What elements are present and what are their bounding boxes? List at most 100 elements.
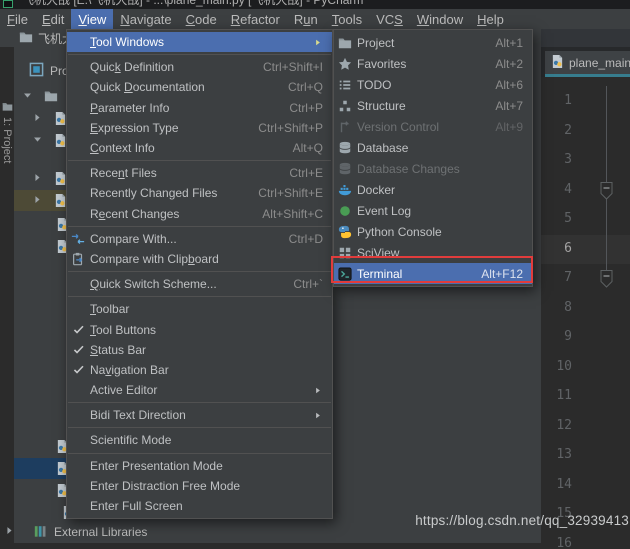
- icon-slot: [71, 277, 85, 291]
- folder-icon: [338, 36, 352, 50]
- menubar-item-file[interactable]: File: [0, 9, 35, 29]
- menu-separator: [68, 54, 331, 56]
- tree-row[interactable]: [14, 236, 68, 257]
- menu-item-label: Compare With...: [90, 231, 177, 246]
- menu-shortcut: Ctrl+Q: [287, 80, 323, 95]
- fold-marker-icon[interactable]: [600, 269, 613, 294]
- menubar-item-navigate[interactable]: Navigate: [113, 9, 178, 29]
- line-number-11: 11: [556, 388, 572, 403]
- menu-item-compare-with-clipboard[interactable]: Compare with Clipboard: [67, 249, 332, 269]
- chevron-down-icon[interactable]: [32, 134, 43, 148]
- menu-item-structure[interactable]: Structure Alt+7: [334, 95, 532, 116]
- menu-shortcut: Ctrl+Shift+I: [262, 60, 323, 75]
- menu-item-quick-documentation[interactable]: Quick Documentation Ctrl+Q: [67, 77, 332, 97]
- menu-item-expression-type[interactable]: Expression Type Ctrl+Shift+P: [67, 118, 332, 138]
- tree-row[interactable]: [14, 108, 66, 129]
- menubar-item-code[interactable]: Code: [179, 9, 224, 29]
- tree-row[interactable]: [14, 190, 66, 211]
- submenu-arrow-icon: [312, 385, 323, 396]
- tree-row[interactable]: [14, 458, 68, 479]
- python-file-icon: [551, 54, 564, 72]
- tree-item-label: External Libraries: [54, 525, 148, 539]
- menu-item-active-editor[interactable]: Active Editor: [67, 380, 332, 400]
- icon-slot: [71, 433, 85, 447]
- tab-plane-main[interactable]: plane_main.py: [545, 51, 630, 77]
- menu-shortcut: Ctrl+D: [288, 231, 323, 246]
- chevron-right-icon[interactable]: [32, 194, 43, 208]
- menu-item-label: Recent Changes: [90, 206, 180, 221]
- menu-item-quick-switch-scheme[interactable]: Quick Switch Scheme... Ctrl+`: [67, 274, 332, 294]
- menu-item-recent-changes[interactable]: Recent Changes Alt+Shift+C: [67, 204, 332, 224]
- menu-item-version-control[interactable]: Version Control Alt+9: [334, 116, 532, 137]
- menu-item-docker[interactable]: Docker: [334, 179, 532, 200]
- menu-item-enter-full-screen[interactable]: Enter Full Screen: [67, 496, 332, 516]
- tree-row[interactable]: [14, 168, 66, 189]
- menu-shortcut: Ctrl+`: [293, 277, 323, 292]
- menubar-item-window[interactable]: Window: [410, 9, 470, 29]
- menu-item-enter-distraction-free-mode[interactable]: Enter Distraction Free Mode: [67, 476, 332, 496]
- menu-item-recently-changed-files[interactable]: Recently Changed Files Ctrl+Shift+E: [67, 183, 332, 203]
- menu-shortcut: Alt+7: [495, 98, 523, 113]
- menubar-item-edit[interactable]: Edit: [35, 9, 71, 29]
- icon-slot: [71, 302, 85, 316]
- menu-item-bidi-text-direction[interactable]: Bidi Text Direction: [67, 405, 332, 425]
- menu-item-label: Scientific Mode: [90, 433, 172, 448]
- menubar-item-tools[interactable]: Tools: [325, 9, 369, 29]
- menu-item-favorites[interactable]: Favorites Alt+2: [334, 53, 532, 74]
- chevron-right-icon[interactable]: [32, 112, 43, 126]
- menubar-item-run[interactable]: Run: [287, 9, 325, 29]
- menu-item-label: Window: [416, 11, 464, 27]
- menu-item-compare-with[interactable]: Compare With... Ctrl+D: [67, 229, 332, 249]
- chevron-right-icon[interactable]: [32, 172, 43, 186]
- tree-row[interactable]: [14, 214, 68, 235]
- menu-item-tool-windows[interactable]: Tool Windows: [67, 32, 332, 53]
- menu-item-recent-files[interactable]: Recent Files Ctrl+E: [67, 163, 332, 183]
- sidebar-item-project[interactable]: 1: Project: [1, 101, 14, 163]
- submenu-arrow-icon: [312, 410, 323, 421]
- line-number-9: 9: [564, 329, 572, 344]
- menu-item-label: Expression Type: [90, 120, 179, 135]
- event-log-icon: [338, 204, 352, 218]
- window-title: 飞机大战 [E:\飞机大战] - ...\plane_main.py [飞机大战…: [22, 0, 364, 7]
- menu-item-database[interactable]: Database: [334, 137, 532, 158]
- menu-item-enter-presentation-mode[interactable]: Enter Presentation Mode: [67, 456, 332, 476]
- menu-item-todo[interactable]: TODO Alt+6: [334, 74, 532, 95]
- menu-item-label: Docker: [357, 182, 396, 197]
- icon-slot: [71, 479, 85, 493]
- tree-row[interactable]: [14, 480, 68, 501]
- menu-item-tool-buttons[interactable]: Tool Buttons: [67, 319, 332, 339]
- icon-slot: [71, 408, 85, 422]
- menu-item-label: Quick Definition: [90, 60, 175, 75]
- menubar-item-vcs[interactable]: VCS: [369, 9, 410, 29]
- menu-item-quick-definition[interactable]: Quick Definition Ctrl+Shift+I: [67, 57, 332, 77]
- menu-item-python-console[interactable]: Python Console: [334, 221, 532, 242]
- tree-row[interactable]: [14, 436, 68, 457]
- menu-item-context-info[interactable]: Context Info Alt+Q: [67, 138, 332, 158]
- menu-item-scientific-mode[interactable]: Scientific Mode: [67, 430, 332, 450]
- icon-slot: [71, 35, 85, 49]
- icon-slot: [71, 141, 85, 155]
- menubar-item-view[interactable]: View: [71, 9, 114, 29]
- menu-item-toolbar[interactable]: Toolbar: [67, 299, 332, 319]
- menubar-item-refactor[interactable]: Refactor: [224, 9, 287, 29]
- menu-item-database-changes[interactable]: Database Changes: [334, 158, 532, 179]
- tree-row[interactable]: [14, 86, 66, 107]
- tree-item-external-libraries[interactable]: External Libraries: [0, 522, 340, 542]
- project-view-icon: [29, 62, 44, 80]
- menu-item-label: Version Control: [357, 119, 440, 134]
- menu-shortcut: Alt+2: [495, 56, 523, 71]
- menu-item-status-bar[interactable]: Status Bar: [67, 340, 332, 360]
- menu-item-navigation-bar[interactable]: Navigation Bar: [67, 360, 332, 380]
- menu-item-label: TODO: [357, 77, 392, 92]
- menu-item-parameter-info[interactable]: Parameter Info Ctrl+P: [67, 98, 332, 118]
- chevron-right-icon[interactable]: [4, 525, 15, 539]
- chevron-down-icon[interactable]: [22, 90, 33, 104]
- icon-slot: [71, 207, 85, 221]
- menubar-item-help[interactable]: Help: [470, 9, 511, 29]
- tree-row[interactable]: [14, 130, 66, 151]
- menu-item-event-log[interactable]: Event Log: [334, 200, 532, 221]
- star-icon: [338, 57, 352, 71]
- menu-separator: [68, 452, 331, 454]
- menu-item-project[interactable]: Project Alt+1: [334, 32, 532, 53]
- fold-marker-icon[interactable]: [600, 181, 613, 206]
